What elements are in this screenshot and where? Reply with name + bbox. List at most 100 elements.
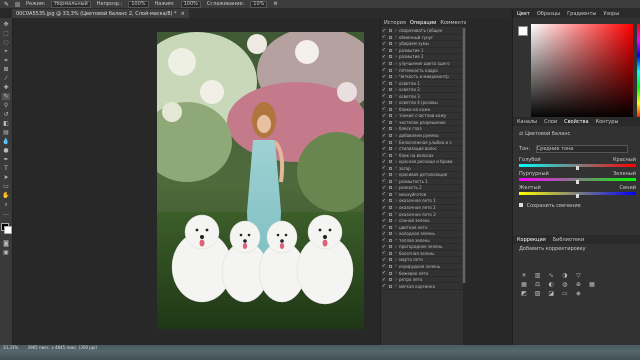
hand-tool-icon[interactable]: ✋ [2,192,10,199]
pen-tool-icon[interactable]: ✒ [2,156,10,163]
tone-select[interactable]: Средние тона [535,145,628,153]
magenta-green-knob[interactable] [576,180,579,184]
more-tools-icon[interactable]: … [2,210,10,217]
tab-swatches[interactable]: Образцы [537,11,560,17]
expand-arrow-icon[interactable]: › [395,67,397,73]
expand-arrow-icon[interactable]: › [395,192,397,198]
expand-arrow-icon[interactable]: › [395,35,397,41]
quick-select-tool-icon[interactable]: ⌖ [2,48,10,55]
check-icon[interactable]: ✓ [381,133,387,139]
check-icon[interactable]: ✓ [381,257,387,263]
check-icon[interactable]: ✓ [381,264,387,270]
tab-patterns[interactable]: Узоры [603,11,619,17]
dialog-toggle-icon[interactable] [389,88,392,92]
smoothing-input[interactable]: 10% [250,0,268,8]
brush-tool-icon[interactable]: ✎ [2,93,10,100]
check-icon[interactable]: ✓ [381,192,387,198]
dialog-toggle-icon[interactable] [389,140,392,144]
check-icon[interactable]: ✓ [381,179,387,185]
check-icon[interactable]: ✓ [381,238,387,244]
tab-gradients[interactable]: Градиенты [567,11,596,17]
dialog-toggle-icon[interactable] [389,192,392,196]
preserve-checkbox[interactable] [519,203,523,207]
document-tab[interactable]: 00C0A5535.jpg @ 33,3% (Цветовой баланс 2… [12,9,189,18]
yellow-blue-slider[interactable] [519,192,636,198]
move-tool-icon[interactable]: ✥ [2,21,10,28]
black-white-icon[interactable]: ◐ [547,281,555,288]
check-icon[interactable]: ✓ [381,28,387,34]
tab-channels[interactable]: Каналы [517,119,537,125]
vibrance-icon[interactable]: ▽ [574,272,582,279]
dialog-toggle-icon[interactable] [389,75,392,79]
check-icon[interactable]: ✓ [381,159,387,165]
dialog-toggle-icon[interactable] [389,94,392,98]
dialog-toggle-icon[interactable] [389,42,392,46]
check-icon[interactable]: ✓ [381,211,387,217]
dialog-toggle-icon[interactable] [389,232,392,236]
expand-arrow-icon[interactable]: › [395,185,397,191]
dialog-toggle-icon[interactable] [389,81,392,85]
dialog-toggle-icon[interactable] [389,107,392,111]
dodge-tool-icon[interactable]: ● [2,147,10,154]
expand-arrow-icon[interactable]: › [395,120,397,126]
dialog-toggle-icon[interactable] [389,238,392,242]
check-icon[interactable]: ✓ [381,283,387,289]
dialog-toggle-icon[interactable] [389,199,392,203]
dialog-toggle-icon[interactable] [389,166,392,170]
dialog-toggle-icon[interactable] [389,127,392,131]
dialog-toggle-icon[interactable] [389,173,392,177]
expand-arrow-icon[interactable]: › [395,218,397,224]
expand-arrow-icon[interactable]: › [395,133,397,139]
zoom-tool-icon[interactable]: ⌕ [2,201,10,208]
expand-arrow-icon[interactable]: › [395,113,397,119]
expand-arrow-icon[interactable]: › [395,80,397,86]
dialog-toggle-icon[interactable] [389,251,392,255]
dialog-toggle-icon[interactable] [389,153,392,157]
check-icon[interactable]: ✓ [381,198,387,204]
brush-tool-icon[interactable]: ✎ [4,1,9,8]
settings-gear-icon[interactable]: ⚙ [273,1,277,7]
zoom-level[interactable]: 33,33% [3,345,18,350]
brush-preset-swatch[interactable] [15,1,21,7]
flow-input[interactable]: 100% [180,0,201,8]
tab-layers[interactable]: Слои [544,119,557,125]
threshold-icon[interactable]: ◪ [547,290,555,297]
dialog-toggle-icon[interactable] [389,284,392,288]
tab-history[interactable]: История [384,20,406,26]
expand-arrow-icon[interactable]: › [395,165,397,171]
check-icon[interactable]: ✓ [381,107,387,113]
background-color-swatch[interactable] [4,226,12,234]
curves-icon[interactable]: ∿ [547,272,555,279]
expand-arrow-icon[interactable]: › [395,54,397,60]
action-item[interactable]: ✓ › мягкая картинка [381,283,463,290]
check-icon[interactable]: ✓ [381,100,387,106]
history-brush-tool-icon[interactable]: ↺ [2,111,10,118]
expand-arrow-icon[interactable]: › [395,126,397,132]
brightness-icon[interactable]: ☀ [520,272,528,279]
expand-arrow-icon[interactable]: › [395,198,397,204]
tab-paths[interactable]: Контуры [596,119,619,125]
dialog-toggle-icon[interactable] [389,114,392,118]
check-icon[interactable]: ✓ [381,146,387,152]
opacity-input[interactable]: 100% [128,0,149,8]
gradient-tool-icon[interactable]: ▤ [2,129,10,136]
levels-icon[interactable]: ▥ [534,272,542,279]
check-icon[interactable]: ✓ [381,218,387,224]
quick-mask-icon[interactable]: ◙ [2,240,10,247]
check-icon[interactable]: ✓ [381,48,387,54]
screen-mode-icon[interactable]: ▣ [2,249,10,256]
type-tool-icon[interactable]: T [2,165,10,172]
check-icon[interactable]: ✓ [381,205,387,211]
tab-color[interactable]: Цвет [517,11,530,17]
exposure-icon[interactable]: ◑ [561,272,569,279]
cyan-red-knob[interactable] [576,166,579,170]
check-icon[interactable]: ✓ [381,35,387,41]
dialog-toggle-icon[interactable] [389,179,392,183]
expand-arrow-icon[interactable]: › [395,100,397,106]
check-icon[interactable]: ✓ [381,74,387,80]
selective-color-icon[interactable]: ◈ [574,290,582,297]
expand-arrow-icon[interactable]: › [395,277,397,283]
check-icon[interactable]: ✓ [381,80,387,86]
dialog-toggle-icon[interactable] [389,35,392,39]
color-balance-adj-icon[interactable]: ⚖ [534,281,542,288]
